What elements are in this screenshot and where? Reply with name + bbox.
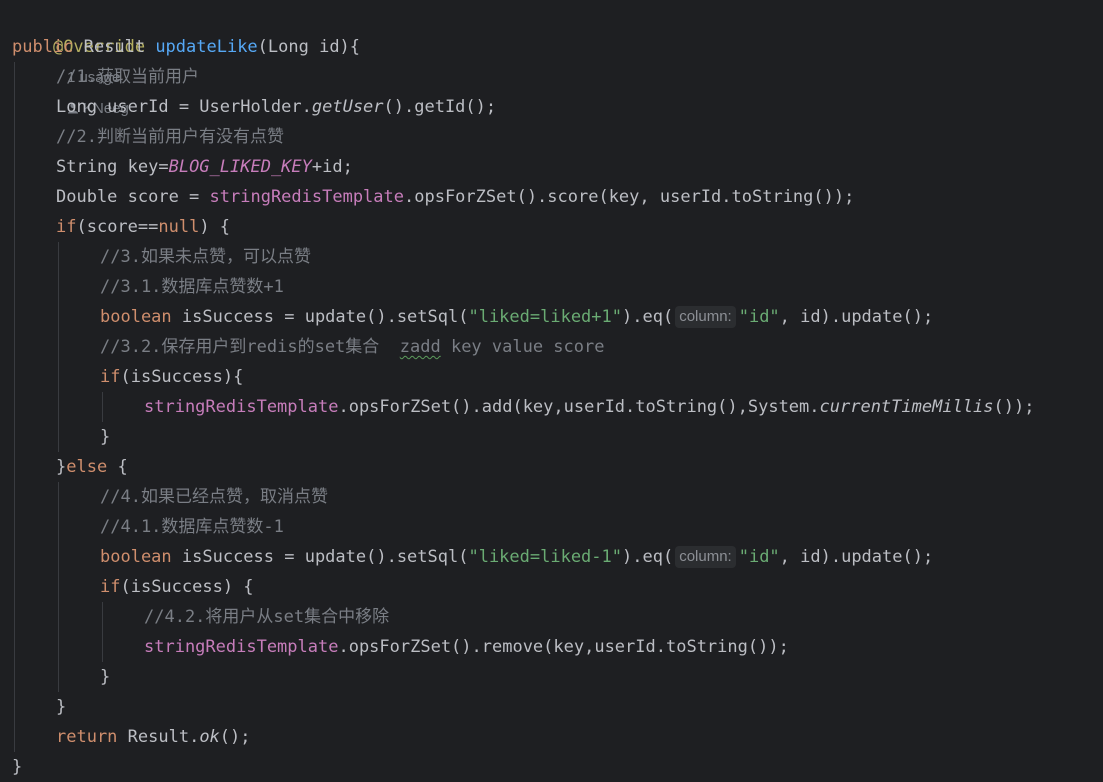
indent-guide: [58, 482, 59, 692]
code-text: }: [100, 667, 111, 687]
static-method[interactable]: currentTimeMillis: [820, 397, 994, 417]
code-text: Result: [73, 37, 156, 57]
code-text: (Long id){: [257, 37, 361, 57]
code-line[interactable]: public Result updateLike(Long id){: [12, 32, 360, 62]
code-text: ().getId();: [383, 97, 497, 117]
code-line[interactable]: //3.1.数据库点赞数+1: [100, 272, 284, 302]
code-text: String key=: [56, 157, 169, 177]
code-text: ());: [993, 397, 1035, 417]
string-literal: "id": [738, 547, 780, 567]
indent-guide: [58, 242, 59, 452]
code-text: .opsForZSet().score(key, userId.toString…: [404, 187, 855, 207]
code-line[interactable]: stringRedisTemplate.opsForZSet().add(key…: [144, 392, 1034, 422]
keyword: return: [56, 727, 118, 747]
code-line[interactable]: boolean isSuccess = update().setSql("lik…: [100, 542, 933, 572]
method-header: @Override 1 usage KNeeg: [12, 2, 145, 117]
field-reference[interactable]: stringRedisTemplate: [144, 397, 338, 417]
code-line[interactable]: return Result.ok();: [56, 722, 251, 752]
code-text: Long userId = UserHolder.: [56, 97, 312, 117]
code-text: , id).update();: [779, 547, 934, 567]
code-text: }: [12, 757, 23, 777]
code-text: }: [56, 457, 67, 477]
parameter-hint: column:: [675, 306, 736, 328]
field-reference[interactable]: stringRedisTemplate: [144, 637, 338, 657]
code-line[interactable]: stringRedisTemplate.opsForZSet().remove(…: [144, 632, 789, 662]
comment: //3.2.保存用户到redis的set集合: [100, 337, 400, 357]
typo-warning[interactable]: zadd: [400, 337, 441, 357]
static-method[interactable]: getUser: [312, 97, 384, 117]
comment: //2.判断当前用户有没有点赞: [56, 127, 284, 147]
code-text: Result.: [117, 727, 200, 747]
indent-guide: [14, 62, 15, 752]
code-text: (score==: [76, 217, 159, 237]
code-text: ) {: [199, 217, 231, 237]
code-text: +id;: [311, 157, 353, 177]
code-text: Double score =: [56, 187, 210, 207]
code-line[interactable]: if(isSuccess){: [100, 362, 243, 392]
code-line[interactable]: //4.2.将用户从set集合中移除: [144, 602, 389, 632]
code-editor[interactable]: @Override 1 usage KNeeg public Result up…: [0, 0, 1103, 782]
code-text: ).eq(: [622, 307, 674, 327]
code-text: (isSuccess){: [120, 367, 244, 387]
keyword: if: [56, 217, 77, 237]
code-line[interactable]: }: [100, 422, 110, 452]
code-text: isSuccess = update().setSql(: [171, 547, 469, 567]
code-line[interactable]: //3.如果未点赞，可以点赞: [100, 242, 311, 272]
method-name[interactable]: updateLike: [155, 37, 257, 57]
keyword: public: [12, 37, 74, 57]
code-text: (isSuccess) {: [120, 577, 254, 597]
code-line[interactable]: Long userId = UserHolder.getUser().getId…: [56, 92, 496, 122]
code-text: .opsForZSet().remove(key,userId.toString…: [338, 637, 789, 657]
code-text: .opsForZSet().add(key,userId.toString(),…: [338, 397, 820, 417]
comment: //3.如果未点赞，可以点赞: [100, 247, 311, 267]
code-text: ).eq(: [622, 547, 674, 567]
code-line[interactable]: //4.1.数据库点赞数-1: [100, 512, 284, 542]
constant[interactable]: BLOG_LIKED_KEY: [169, 157, 312, 177]
keyword: boolean: [100, 547, 172, 567]
indent-guide: [102, 392, 103, 422]
code-text: ();: [219, 727, 251, 747]
comment: //4.如果已经点赞，取消点赞: [100, 487, 328, 507]
code-line[interactable]: boolean isSuccess = update().setSql("lik…: [100, 302, 933, 332]
keyword: if: [100, 367, 121, 387]
code-line[interactable]: //4.如果已经点赞，取消点赞: [100, 482, 328, 512]
code-text: , id).update();: [779, 307, 934, 327]
code-line[interactable]: String key=BLOG_LIKED_KEY+id;: [56, 152, 353, 182]
indent-guide: [102, 602, 103, 662]
code-line[interactable]: //1.获取当前用户: [56, 62, 199, 92]
code-line[interactable]: Double score = stringRedisTemplate.opsFo…: [56, 182, 854, 212]
parameter-hint: column:: [675, 546, 736, 568]
keyword: boolean: [100, 307, 172, 327]
code-line[interactable]: }: [56, 692, 66, 722]
code-text: {: [107, 457, 128, 477]
string-literal: "liked=liked+1": [468, 307, 622, 327]
comment: key value score: [440, 337, 605, 357]
code-line[interactable]: //3.2.保存用户到redis的set集合 zadd key value sc…: [100, 332, 604, 362]
field-reference[interactable]: stringRedisTemplate: [210, 187, 404, 207]
keyword: else: [66, 457, 108, 477]
code-text: }: [100, 427, 111, 447]
string-literal: "liked=liked-1": [468, 547, 622, 567]
code-line[interactable]: //2.判断当前用户有没有点赞: [56, 122, 284, 152]
code-line[interactable]: if(score==null) {: [56, 212, 230, 242]
code-line[interactable]: if(isSuccess) {: [100, 572, 254, 602]
code-line[interactable]: }: [100, 662, 110, 692]
static-method[interactable]: ok: [199, 727, 219, 747]
code-text: isSuccess = update().setSql(: [171, 307, 469, 327]
code-line[interactable]: }else {: [56, 452, 128, 482]
comment: //4.1.数据库点赞数-1: [100, 517, 284, 537]
comment: //3.1.数据库点赞数+1: [100, 277, 284, 297]
string-literal: "id": [738, 307, 780, 327]
code-line[interactable]: }: [12, 752, 22, 782]
comment: //4.2.将用户从set集合中移除: [144, 607, 390, 627]
code-text: }: [56, 697, 67, 717]
keyword: if: [100, 577, 121, 597]
comment: //1.获取当前用户: [56, 67, 199, 87]
keyword: null: [158, 217, 200, 237]
